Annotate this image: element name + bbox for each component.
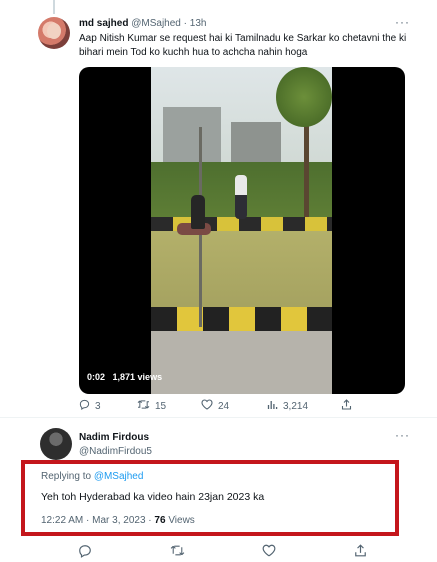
tweet-timestamp[interactable]: 12:22 AM · Mar 3, 2023 ·: [41, 515, 152, 526]
video-player[interactable]: 0:02 1,871 views: [79, 67, 405, 394]
author-name[interactable]: md sajhed: [79, 18, 128, 29]
retweet-count: 15: [155, 400, 167, 412]
tweet-text: Aap Nitish Kumar se request hai ki Tamil…: [79, 33, 407, 58]
views-action[interactable]: 3,214: [267, 399, 308, 413]
author-handle[interactable]: @NadimFirdou5: [79, 446, 152, 457]
video-meta: 0:02 1,871 views: [87, 372, 162, 382]
retweet-icon[interactable]: [170, 544, 185, 560]
like-count: 24: [218, 400, 230, 412]
tweet-views-label: Views: [168, 515, 195, 526]
reply-icon[interactable]: [78, 544, 92, 561]
highlight-box: Replying to @MSajhed Yeh toh Hyderabad k…: [21, 460, 399, 536]
reply-icon: [79, 399, 90, 413]
like-icon[interactable]: [262, 544, 276, 560]
avatar[interactable]: [40, 428, 72, 460]
views-count: 3,214: [283, 400, 309, 412]
more-options-icon[interactable]: ···: [395, 428, 410, 442]
retweet-icon: [137, 399, 150, 413]
share-action[interactable]: [341, 399, 352, 413]
retweet-action[interactable]: 15: [137, 399, 166, 413]
like-icon: [201, 399, 213, 413]
replying-to: Replying to @MSajhed: [41, 471, 143, 482]
share-icon: [341, 399, 352, 413]
tweet-header: md sajhed @MSajhed · 13h: [79, 18, 206, 29]
author-name[interactable]: Nadim Firdous: [79, 432, 149, 443]
tweet-original[interactable]: md sajhed @MSajhed · 13h ··· Aap Nitish …: [0, 0, 437, 418]
separator-dot: ·: [183, 18, 187, 29]
reply-count: 3: [95, 400, 101, 412]
tweet-text: Yeh toh Hyderabad ka video hain 23jan 20…: [41, 491, 265, 503]
tweet-actions: 3 15 24 3,214: [79, 399, 405, 415]
video-frame: [151, 67, 332, 394]
views-icon: [267, 399, 278, 413]
avatar[interactable]: [38, 17, 70, 49]
replying-prefix: Replying to: [41, 471, 92, 482]
tweet-views-count: 76: [154, 515, 166, 526]
reply-actions: [0, 544, 437, 560]
video-duration: 0:02: [87, 372, 106, 382]
tweet-meta: 12:22 AM · Mar 3, 2023 · 76 Views: [41, 515, 195, 526]
more-options-icon[interactable]: ···: [395, 15, 410, 29]
tweet-time[interactable]: 13h: [190, 18, 207, 29]
like-action[interactable]: 24: [201, 399, 229, 413]
share-icon[interactable]: [354, 544, 367, 560]
author-handle[interactable]: @MSajhed: [131, 18, 181, 29]
reply-action[interactable]: 3: [79, 399, 101, 413]
replying-to-link[interactable]: @MSajhed: [94, 471, 144, 482]
video-views: 1,871 views: [112, 372, 163, 382]
